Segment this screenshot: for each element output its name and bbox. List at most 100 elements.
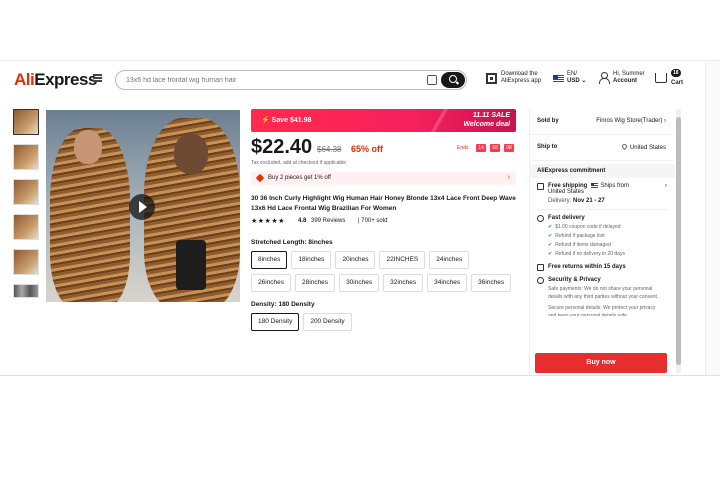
download-app-link[interactable]: Download the AliExpress app (501, 71, 541, 85)
fast-item: Refund if items damaged (555, 242, 611, 249)
fast-item: Refund if no delivery in 20 days (555, 251, 625, 258)
model-face-right (174, 134, 208, 174)
discount-percent: 65% off (351, 144, 384, 154)
ship-to-country: United States (629, 145, 666, 151)
account-greeting: Hi, Summer (613, 71, 645, 77)
ship-to-value: United States (620, 142, 666, 151)
security-text: Safe payments: We do not share your pers… (548, 286, 659, 301)
thumbnail-5[interactable] (13, 249, 39, 275)
cart-icon[interactable] (655, 73, 667, 83)
length-option[interactable]: 20inches (335, 251, 376, 269)
image-search-icon[interactable] (427, 75, 437, 85)
ship-to-row[interactable]: Ship to United States (530, 135, 674, 161)
model-face-left (74, 130, 102, 164)
banner-decoration (426, 109, 456, 132)
search-bar (115, 70, 467, 90)
ship-to-label: Ship to (537, 144, 558, 150)
model-top (176, 240, 206, 290)
length-option[interactable]: 24inches (429, 251, 470, 269)
us-flag-icon (553, 75, 564, 83)
account-menu[interactable]: Hi, Summer Account (613, 71, 645, 85)
thumbnail-4[interactable] (13, 214, 39, 240)
length-option[interactable]: 28inches (295, 274, 336, 292)
delivery-dates: Nov 21 - 27 (573, 198, 605, 205)
timer-minutes: 58 (490, 144, 500, 152)
main-product-image[interactable] (46, 110, 240, 302)
check-icon: ✔ (548, 242, 553, 249)
original-price: $64.38 (317, 145, 342, 154)
density-label: Density: 180 Density (251, 301, 315, 308)
menu-icon[interactable] (93, 74, 102, 82)
search-button[interactable] (441, 72, 465, 88)
buy-now-button[interactable]: Buy now (535, 353, 667, 373)
thumbnail-2[interactable] (13, 144, 39, 170)
thumbnail-list (13, 109, 40, 307)
download-line2: AliExpress app (501, 78, 542, 84)
length-option[interactable]: 26inches (251, 274, 292, 292)
fast-item: $1.00 coupon code if delayed (555, 224, 621, 231)
density-option[interactable]: 180 Density (251, 313, 300, 331)
length-options: 8inches 18inches 20inches 22INCHES 24inc… (251, 251, 517, 297)
cart-label[interactable]: Cart (671, 80, 683, 87)
length-option[interactable]: 36inches (471, 274, 512, 292)
thumbnail-3[interactable] (13, 179, 39, 205)
length-option[interactable]: 34inches (427, 274, 468, 292)
security-label: Security & Privacy (548, 277, 601, 284)
reviews-link[interactable]: 399 Reviews (311, 218, 345, 224)
ships-from-country: United States (548, 189, 585, 196)
ships-from-label: Ships from (600, 183, 630, 190)
thumbnail-6[interactable] (13, 284, 39, 298)
density-option[interactable]: 200 Density (303, 313, 352, 331)
shield-icon (537, 277, 544, 285)
thumbnail-1[interactable] (13, 109, 39, 135)
free-returns-row: Free returns within 15 days (530, 264, 675, 272)
current-price: $22.40 (251, 136, 313, 158)
account-label: Account (613, 78, 637, 84)
language-currency-selector[interactable]: EN/USD ⌄ (567, 71, 586, 85)
product-page: AliExpress Download theAliExpress app EN… (0, 60, 720, 376)
product-info: ⚡ Save $41.98 11.11 SALE Welcome deal $22… (251, 109, 517, 336)
us-flag-icon (591, 183, 599, 188)
clock-icon (537, 215, 544, 223)
length-option[interactable]: 22INCHES (379, 251, 426, 269)
cart-count-badge: 18 (671, 69, 681, 77)
play-video-icon[interactable] (129, 194, 155, 220)
product-title: 30 36 Inch Curly Highlight Wig Human Hai… (251, 195, 516, 212)
length-option[interactable]: 18inches (291, 251, 332, 269)
user-icon[interactable] (598, 72, 610, 84)
aliexpress-logo[interactable]: AliExpress (14, 70, 97, 90)
rating-row: ★★★★★ 4.8 399 Reviews | 700+ sold (251, 217, 517, 227)
commitment-section: AliExpress commitment Free shipping Ships… (530, 164, 675, 375)
store-link[interactable]: Finros Wig Store(Trader) › (596, 118, 666, 124)
length-option[interactable]: 30inches (339, 274, 380, 292)
scrollbar-thumb[interactable] (676, 117, 681, 365)
check-icon: ✔ (548, 224, 553, 231)
top-blank-area (0, 0, 720, 60)
length-option[interactable]: 32inches (383, 274, 424, 292)
security-row: Security & Privacy Safe payments: We do … (530, 277, 675, 316)
price-row: $22.40 $64.38 65% off Ends 14 58 08 (251, 136, 517, 164)
free-shipping-row[interactable]: Free shipping Ships from › United States D… (530, 183, 675, 204)
site-header: AliExpress Download theAliExpress app EN… (0, 61, 720, 99)
qr-code-icon[interactable] (486, 73, 497, 84)
rating-stars: ★★★★★ (251, 218, 285, 225)
delivery-label: Delivery: (548, 198, 572, 205)
bundle-text: Buy 2 pieces get 1% off (268, 175, 331, 181)
security-text: Secure personal details: We protect your… (548, 305, 656, 317)
logo-express: Express (34, 70, 97, 89)
sale-line2: Welcome deal (463, 121, 510, 128)
free-returns-label: Free returns within 15 days (548, 264, 626, 271)
check-icon: ✔ (548, 233, 553, 240)
page-right-edge (705, 61, 720, 375)
timer-seconds: 08 (504, 144, 514, 152)
save-amount: ⚡ Save $41.98 (261, 117, 312, 124)
logo-ali: Ali (14, 70, 35, 89)
divider (537, 209, 668, 211)
sale-label: 11.11 SALE Welcome deal (463, 111, 510, 129)
panel-scrollbar[interactable] (676, 109, 681, 374)
search-input[interactable] (126, 73, 416, 87)
search-icon (449, 75, 457, 83)
bundle-deal[interactable]: Buy 2 pieces get 1% off › (251, 172, 516, 185)
sold-by-label: Sold by (537, 118, 559, 124)
length-option[interactable]: 8inches (251, 251, 288, 269)
